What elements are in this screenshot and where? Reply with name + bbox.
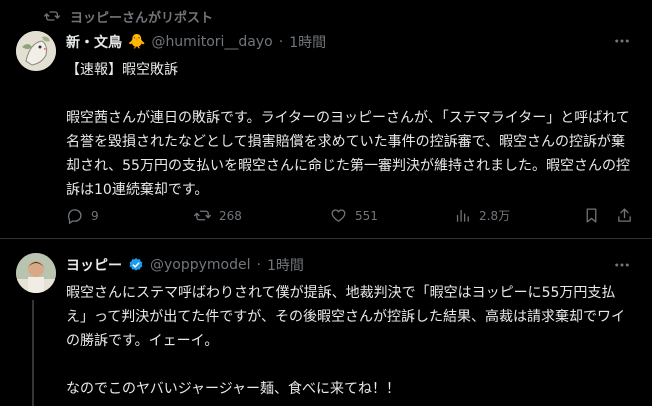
repost-indicator[interactable]: ヨッピーさんがリポスト bbox=[44, 6, 213, 26]
display-name[interactable]: 新・文鳥 bbox=[66, 32, 122, 52]
tweet2-header: ヨッピー @yoppymodel · 1時間 bbox=[66, 254, 304, 276]
share-button[interactable] bbox=[616, 207, 633, 224]
handle[interactable]: @humitori__dayo bbox=[151, 34, 272, 50]
tweet1-actions: 9 268 551 2.8万 bbox=[66, 207, 636, 227]
reply-count: 9 bbox=[91, 208, 99, 223]
reply-button[interactable]: 9 bbox=[66, 207, 99, 224]
separator: · bbox=[256, 257, 261, 273]
display-name[interactable]: ヨッピー bbox=[66, 255, 122, 275]
tweet1-header: 新・文鳥 🐥 @humitori__dayo · 1時間 bbox=[66, 31, 326, 53]
separator: · bbox=[278, 34, 284, 50]
more-icon bbox=[615, 263, 629, 267]
repost-icon bbox=[44, 11, 60, 21]
repost-icon bbox=[194, 210, 211, 221]
repost-count: 268 bbox=[219, 208, 242, 223]
like-count: 551 bbox=[355, 208, 378, 223]
chick-emoji: 🐥 bbox=[128, 34, 146, 50]
timestamp[interactable]: 1時間 bbox=[289, 32, 326, 52]
more-icon bbox=[615, 39, 629, 43]
avatar-yoppy[interactable] bbox=[16, 253, 56, 293]
share-icon bbox=[618, 208, 631, 222]
views-icon bbox=[456, 209, 469, 222]
verified-badge-icon[interactable] bbox=[128, 257, 144, 273]
repost-label: ヨッピーさんがリポスト bbox=[70, 10, 214, 26]
more-button[interactable] bbox=[612, 255, 632, 275]
tweet-divider bbox=[0, 238, 652, 239]
bookmark-icon bbox=[586, 208, 597, 223]
repost-button[interactable]: 268 bbox=[194, 207, 242, 224]
view-count: 2.8万 bbox=[479, 209, 511, 223]
person-photo bbox=[16, 253, 56, 293]
avatar-humitori[interactable] bbox=[16, 31, 56, 71]
thread-line bbox=[32, 300, 34, 406]
like-icon bbox=[331, 209, 346, 222]
timestamp[interactable]: 1時間 bbox=[267, 255, 304, 275]
handle[interactable]: @yoppymodel bbox=[150, 257, 251, 273]
views-button[interactable]: 2.8万 bbox=[454, 207, 510, 224]
like-button[interactable]: 551 bbox=[330, 207, 378, 224]
more-button[interactable] bbox=[612, 31, 632, 51]
tweet2-text: 暇空さんにステマ呼ばわりされて僕が提訴、地裁判決で「暇空はヨッピーに55万円支払… bbox=[66, 285, 626, 397]
tweet1-text: 【速報】暇空敗訴 暇空茜さんが連日の敗訴です。ライターのヨッピーさんが、「ステマ… bbox=[66, 62, 630, 198]
bookmark-button[interactable] bbox=[583, 207, 600, 224]
reply-icon bbox=[67, 209, 82, 224]
bird-illustration bbox=[16, 31, 56, 71]
